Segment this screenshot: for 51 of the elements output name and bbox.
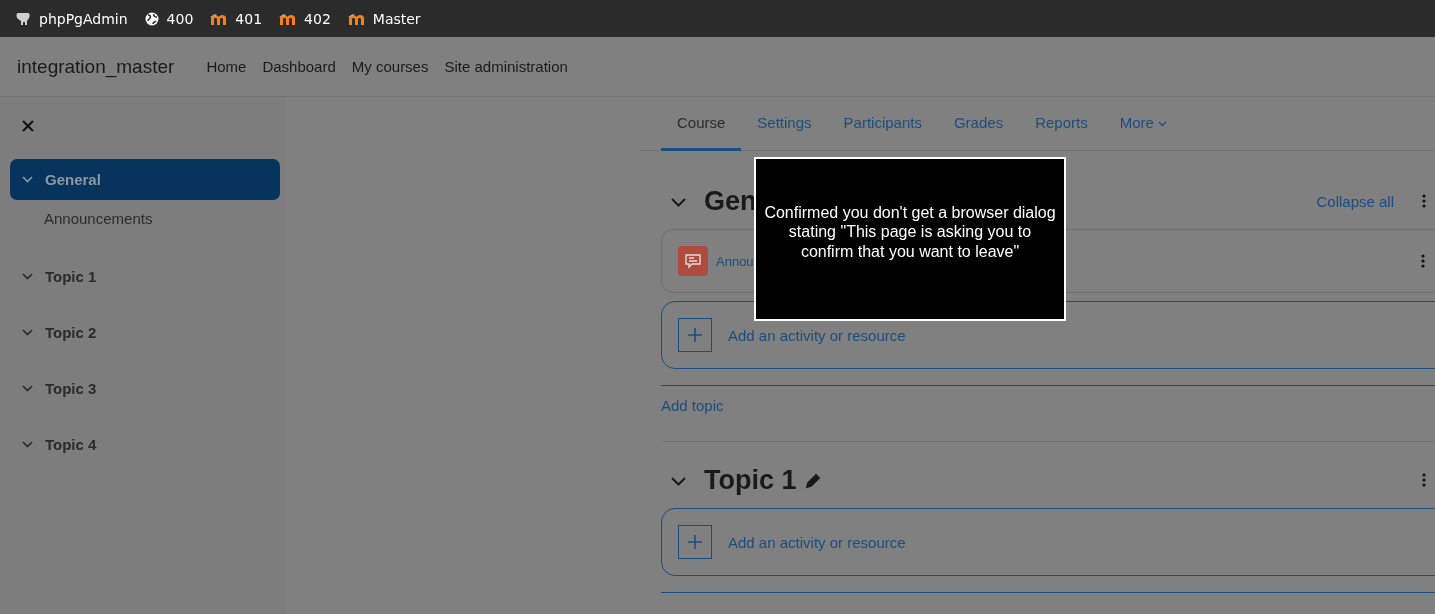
bookmark-label[interactable]: phpPgAdmin — [39, 10, 128, 27]
bookmark-label[interactable]: Master — [372, 10, 421, 27]
section-title: Topic 1 — [704, 464, 797, 496]
collapse-chevron-icon[interactable] — [671, 476, 686, 486]
moodle-icon — [279, 12, 297, 25]
add-activity-button[interactable]: Add an activity or resource — [661, 508, 1435, 576]
section-item[interactable]: Topic 3 — [10, 368, 280, 409]
tab[interactable]: Course — [661, 97, 742, 151]
tab[interactable]: Reports — [1019, 97, 1104, 151]
more-options-icon[interactable] — [1422, 473, 1426, 487]
section-title: Gen — [704, 185, 757, 217]
more-options-icon[interactable] — [1422, 194, 1426, 208]
plus-icon — [678, 318, 712, 352]
add-activity-label: Add an activity or resource — [728, 533, 906, 551]
section-item[interactable]: Topic 4 — [10, 424, 280, 465]
chevron-icon — [22, 176, 33, 183]
nav-link[interactable]: My courses — [351, 58, 429, 75]
moodle-icon — [347, 12, 365, 25]
nav-link[interactable]: Dashboard — [262, 58, 336, 75]
collapse-chevron-icon[interactable] — [671, 197, 686, 207]
add-topic-link[interactable]: Add topic — [661, 397, 724, 414]
chevron-icon — [22, 441, 33, 448]
tab[interactable]: More — [1103, 97, 1183, 151]
section-item[interactable]: General — [10, 159, 280, 200]
forum-icon — [678, 246, 708, 276]
moodle-icon — [210, 12, 228, 25]
activity-item[interactable]: Announcements — [10, 210, 285, 227]
bookmark-label[interactable]: 402 — [304, 10, 331, 27]
chevron-icon — [22, 385, 33, 392]
tab[interactable]: Participants — [827, 97, 938, 151]
collapse-all-link[interactable]: Collapse all — [1316, 192, 1394, 210]
nav-link[interactable]: Home — [206, 58, 247, 75]
dialog-message: Confirmed you don't get a browser dialog stating "This page is asking you to confirm that you want to leave" — [763, 203, 1057, 261]
bookmark-label[interactable]: 400 — [166, 10, 194, 27]
bookmark-label[interactable]: 401 — [235, 10, 263, 27]
elephant-icon — [15, 10, 31, 27]
tab[interactable]: Grades — [937, 97, 1020, 151]
section-item[interactable]: Topic 2 — [10, 312, 280, 353]
chevron-icon — [22, 273, 33, 280]
tab[interactable]: Settings — [741, 97, 828, 151]
activity-link[interactable]: Annou — [716, 253, 754, 269]
plus-icon — [678, 525, 712, 559]
add-activity-label: Add an activity or resource — [728, 326, 906, 344]
pencil-icon[interactable] — [804, 471, 822, 489]
globe-icon — [144, 11, 159, 26]
nav-link[interactable]: Site administration — [444, 58, 568, 75]
close-icon[interactable] — [22, 120, 34, 132]
more-options-icon[interactable] — [1421, 254, 1425, 268]
section-item[interactable]: Topic 1 — [10, 256, 280, 297]
site-name[interactable]: integration_master — [17, 55, 175, 78]
chevron-icon — [22, 329, 33, 336]
